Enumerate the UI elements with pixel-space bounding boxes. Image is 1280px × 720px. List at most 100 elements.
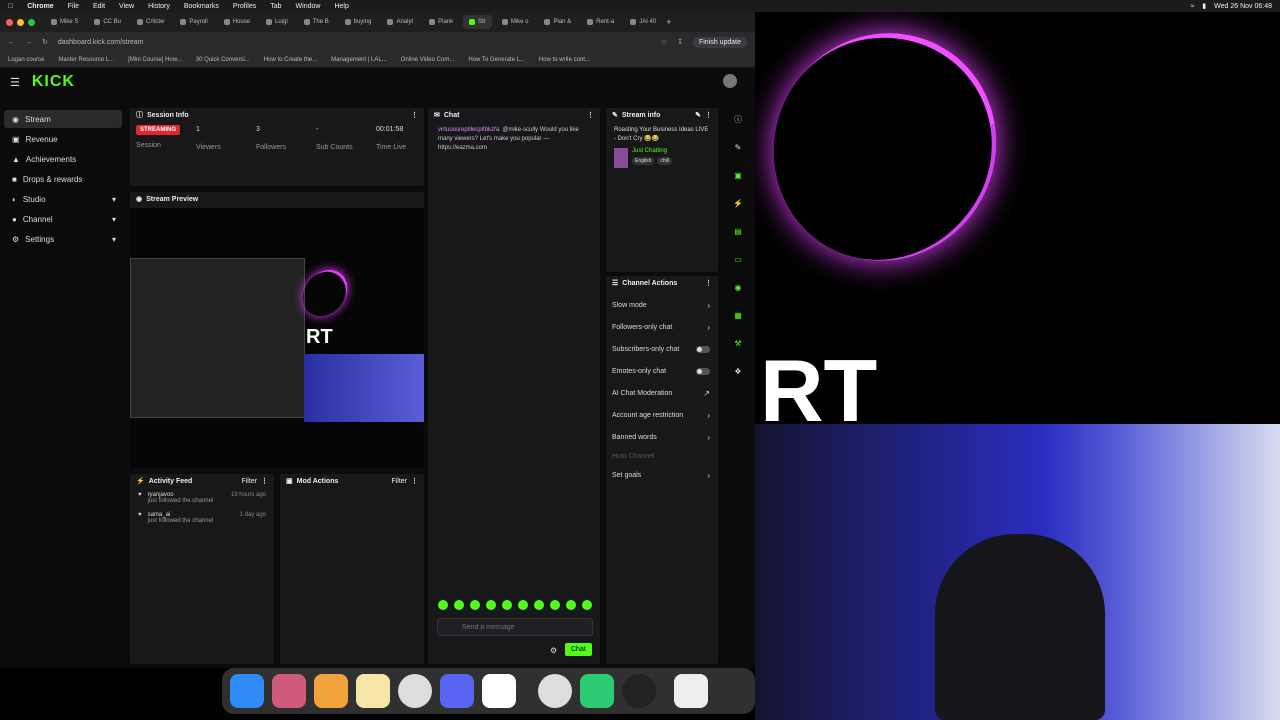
browser-tab[interactable]: Critctw	[131, 15, 170, 29]
browser-tab-active[interactable]: Str	[463, 15, 492, 29]
info-icon[interactable]: ⓘ	[731, 112, 745, 126]
chat-username[interactable]: virtuousreptilecpitbkzfa:	[438, 127, 501, 133]
menu-help[interactable]: Help	[334, 3, 348, 10]
stream-preview-video[interactable]: RT	[130, 208, 424, 468]
document-thumbnail-icon[interactable]	[674, 674, 708, 708]
bookmark-item[interactable]: Management | LAL...	[331, 57, 387, 63]
browser-tab[interactable]: Plank	[423, 15, 459, 29]
more-options-icon[interactable]: ⋮	[705, 111, 712, 119]
chrome-icon[interactable]	[538, 674, 572, 708]
browser-tab[interactable]: Mike o	[496, 15, 535, 29]
broadcast-icon[interactable]: ◉	[731, 280, 745, 294]
chat-input[interactable]	[437, 618, 593, 636]
action-followers-only[interactable]: Followers-only chat ›	[606, 316, 718, 338]
reload-icon[interactable]: ↻	[42, 38, 48, 46]
emote-icon[interactable]	[486, 600, 496, 610]
finish-update-button[interactable]: Finish update	[692, 36, 747, 48]
apple-icon[interactable]: 	[8, 3, 13, 10]
plugin-icon[interactable]: ❖	[731, 364, 745, 378]
browser-tab[interactable]: CC Bu	[88, 15, 127, 29]
emote-icon[interactable]	[454, 600, 464, 610]
tag-badge[interactable]: English	[632, 157, 655, 165]
rail-tool-icon[interactable]: ▣	[731, 168, 745, 182]
emote-icon[interactable]	[566, 600, 576, 610]
menu-file[interactable]: File	[68, 3, 79, 10]
emote-icon[interactable]	[470, 600, 480, 610]
browser-tab[interactable]: buying	[339, 15, 378, 29]
more-options-icon[interactable]: ⋮	[261, 477, 268, 485]
menu-view[interactable]: View	[119, 3, 134, 10]
bookmark-item[interactable]: How To Generate L...	[468, 57, 525, 63]
battery-icon[interactable]: ▮	[1202, 2, 1206, 10]
sidebar-item-drops[interactable]: ■ Drops & rewards	[4, 170, 122, 188]
bookmark-item[interactable]: 30 Quick Conversi...	[196, 57, 250, 63]
url-field[interactable]: dashboard.kick.com/stream	[58, 39, 144, 46]
menu-bookmarks[interactable]: Bookmarks	[184, 3, 219, 10]
sidebar-item-studio[interactable]: ◐ Studio ▾	[4, 190, 122, 208]
chat-bubble-icon[interactable]: ▭	[731, 252, 745, 266]
bookmark-item[interactable]: How to write cont...	[539, 57, 590, 63]
more-options-icon[interactable]: ⋮	[411, 477, 418, 485]
sidebar-item-settings[interactable]: ⚙ Settings ▾	[4, 230, 122, 248]
browser-tab[interactable]: Luigi	[260, 15, 294, 29]
menubar-datetime[interactable]: Wed 26 Nov 06:48	[1214, 3, 1272, 10]
minimize-window-button[interactable]	[17, 18, 24, 26]
sidebar-item-achievements[interactable]: ▲ Achievements	[4, 150, 122, 168]
category-name[interactable]: Just Chatting	[632, 148, 672, 154]
slack-icon[interactable]	[482, 674, 516, 708]
finder-icon[interactable]	[230, 674, 264, 708]
zoom-window-button[interactable]	[28, 18, 35, 26]
emote-icon[interactable]	[438, 600, 448, 610]
tag-badge[interactable]: chill	[657, 157, 673, 165]
emote-icon[interactable]	[502, 600, 512, 610]
filter-button[interactable]: Filter	[391, 478, 407, 485]
browser-tab[interactable]: The B	[298, 15, 335, 29]
browser-tab[interactable]: Rent-a	[581, 15, 620, 29]
browser-tab[interactable]: Mike S	[45, 15, 84, 29]
menubar-app-name[interactable]: Chrome	[27, 3, 53, 10]
sidebar-item-stream[interactable]: ◉ Stream	[4, 110, 122, 128]
browser-tab[interactable]: Analyt	[381, 15, 419, 29]
lightning-icon[interactable]: ⚡	[731, 196, 745, 210]
browser-tab[interactable]: JAI 40	[624, 15, 662, 29]
action-ai-moderation[interactable]: AI Chat Moderation ↗	[606, 382, 718, 404]
obs-icon[interactable]	[622, 674, 656, 708]
emote-icon[interactable]	[550, 600, 560, 610]
bookmark-item[interactable]: How to Create the...	[264, 57, 317, 63]
subscribers-only-toggle[interactable]	[696, 345, 710, 353]
notes-icon[interactable]	[356, 674, 390, 708]
new-tab-icon[interactable]: +	[666, 17, 671, 27]
menu-history[interactable]: History	[148, 3, 170, 10]
action-set-goals[interactable]: Set goals ›	[606, 464, 718, 486]
browser-tab[interactable]: Plan &	[538, 15, 577, 29]
sidebar-item-revenue[interactable]: ▣ Revenue	[4, 130, 122, 148]
gear-icon[interactable]: ⚙	[550, 646, 557, 655]
menu-tab[interactable]: Tab	[270, 3, 281, 10]
pencil-icon[interactable]: ✎	[731, 140, 745, 154]
action-account-age[interactable]: Account age restriction ›	[606, 404, 718, 426]
forward-icon[interactable]: →	[25, 39, 32, 46]
action-banned-words[interactable]: Banned words ›	[606, 426, 718, 448]
photos-icon[interactable]	[314, 674, 348, 708]
more-options-icon[interactable]: ⋮	[587, 111, 594, 119]
edit-icon[interactable]: ✎	[695, 111, 701, 119]
bookmark-item[interactable]: Master Resource L...	[58, 57, 114, 63]
user-avatar[interactable]	[723, 74, 737, 88]
emote-icon[interactable]	[534, 600, 544, 610]
menu-edit[interactable]: Edit	[93, 3, 105, 10]
menu-profiles[interactable]: Profiles	[233, 3, 256, 10]
discord-icon[interactable]	[440, 674, 474, 708]
more-options-icon[interactable]: ⋮	[705, 279, 712, 287]
action-slow-mode[interactable]: Slow mode ›	[606, 294, 718, 316]
hamburger-menu-icon[interactable]: ☰	[10, 76, 20, 89]
bookmark-item[interactable]: Logan course	[8, 57, 44, 63]
bookmark-item[interactable]: [Mini Course] How...	[128, 57, 182, 63]
download-icon[interactable]: ↧	[677, 38, 683, 46]
bookmark-item[interactable]: Online Video Com...	[401, 57, 455, 63]
chrome-icon[interactable]	[398, 674, 432, 708]
bookmark-star-icon[interactable]: ☆	[661, 38, 667, 46]
close-window-button[interactable]	[6, 18, 13, 26]
browser-tab[interactable]: Payroll	[174, 15, 213, 29]
more-options-icon[interactable]: ⋮	[411, 111, 418, 119]
document-icon[interactable]: ▤	[731, 224, 745, 238]
